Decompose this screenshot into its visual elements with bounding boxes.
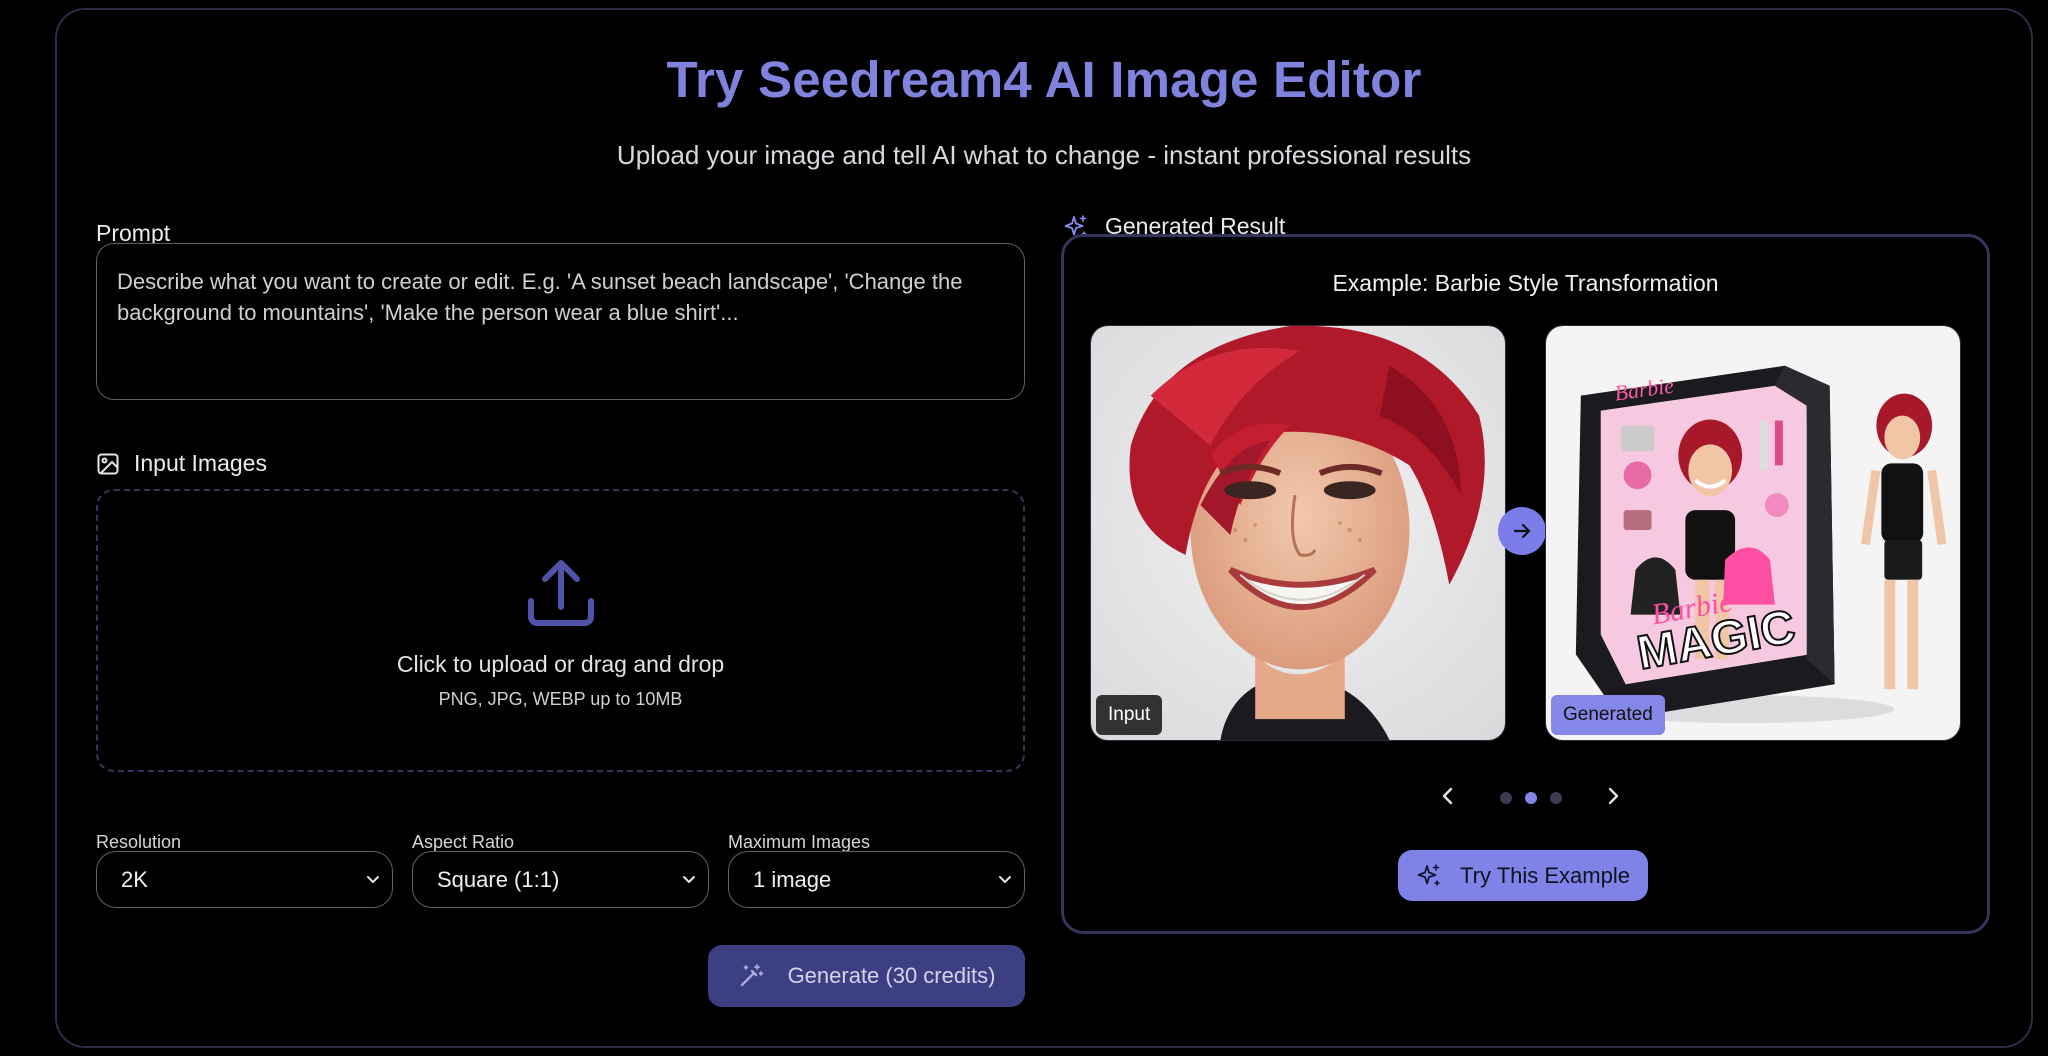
resolution-select[interactable]: 2K [96, 851, 393, 908]
input-images-label: Input Images [134, 450, 267, 476]
max-images-value: 1 image [753, 866, 832, 892]
example-title: Example: Barbie Style Transformation [1332, 270, 1719, 296]
carousel-dot-active[interactable] [1525, 792, 1537, 804]
input-badge: Input [1096, 695, 1163, 735]
input-example-image: Input [1090, 325, 1506, 741]
upload-instructions: Click to upload or drag and drop [396, 651, 725, 677]
sparkles-icon [1417, 863, 1440, 886]
upload-dropzone[interactable]: Click to upload or drag and drop PNG, JP… [96, 489, 1025, 772]
try-example-button[interactable]: Try This Example [1398, 850, 1648, 901]
generated-badge: Generated [1551, 695, 1665, 735]
result-panel: Example: Barbie Style Transformation Inp… [1061, 234, 1990, 934]
page-subtitle: Upload your image and tell AI what to ch… [616, 140, 1472, 170]
generate-button[interactable]: Generate (30 credits) [708, 945, 1025, 1007]
chevron-down-icon [683, 876, 695, 883]
doll-box-image: Barbie Barbie MAGIC [1546, 326, 1960, 740]
max-images-label: Maximum Images [728, 832, 871, 852]
input-images-header: Input Images [96, 450, 267, 477]
chevron-down-icon [999, 876, 1011, 883]
max-images-select[interactable]: 1 image [728, 851, 1025, 908]
generate-button-label: Generate (30 credits) [787, 963, 996, 988]
carousel-dot[interactable] [1500, 792, 1512, 804]
woman-portrait-image [1091, 326, 1505, 740]
chevron-left-icon[interactable] [1437, 785, 1459, 807]
resolution-value: 2K [121, 866, 148, 892]
prompt-textarea[interactable] [96, 243, 1025, 400]
chevron-down-icon [367, 876, 379, 883]
arrow-right-icon [1498, 507, 1546, 555]
magic-wand-icon [740, 964, 763, 987]
upload-icon [528, 560, 594, 626]
try-example-label: Try This Example [1460, 862, 1630, 888]
image-icon [97, 453, 119, 474]
aspect-ratio-label: Aspect Ratio [412, 832, 515, 852]
carousel-dot[interactable] [1550, 792, 1562, 804]
resolution-label: Resolution [96, 832, 182, 852]
aspect-ratio-select[interactable]: Square (1:1) [412, 851, 709, 908]
page-title: Try Seedream4 AI Image Editor [666, 51, 1422, 108]
aspect-ratio-value: Square (1:1) [437, 866, 560, 892]
upload-hint: PNG, JPG, WEBP up to 10MB [438, 689, 683, 709]
generated-example-image: Barbie Barbie MAGIC Generated [1545, 325, 1961, 741]
chevron-right-icon[interactable] [1602, 785, 1624, 807]
